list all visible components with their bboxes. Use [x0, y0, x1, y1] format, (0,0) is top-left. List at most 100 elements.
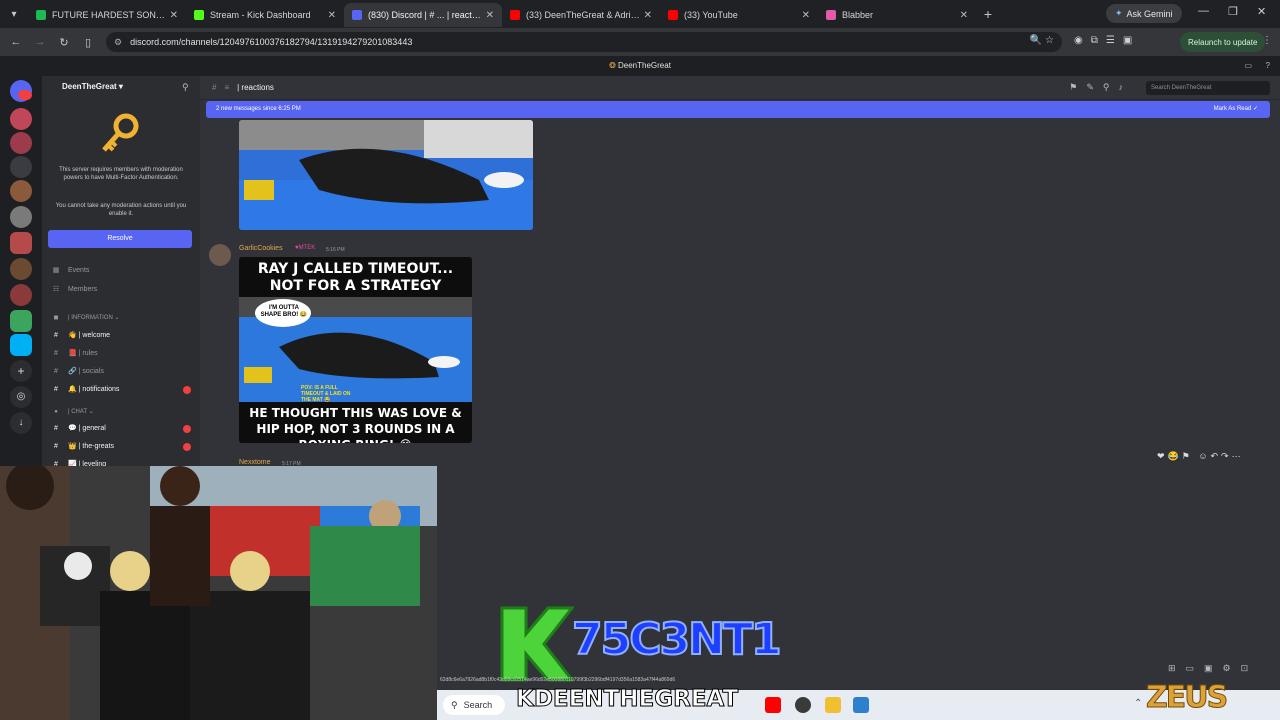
members-icon: ☷ — [52, 286, 60, 293]
hash-icon: # — [54, 349, 58, 357]
reload-icon[interactable]: ↻ — [52, 36, 76, 49]
channel-general[interactable]: # 💬 | general — [50, 424, 106, 433]
discover-icon[interactable]: ◎ — [10, 386, 32, 408]
category-chat[interactable]: ● | CHAT ⌄ — [50, 408, 94, 416]
mark-as-read-button[interactable]: Mark As Read ✓ — [1214, 101, 1258, 118]
info-icon: ◼ — [53, 315, 59, 321]
back-icon[interactable]: ← — [4, 36, 28, 48]
server-icon[interactable] — [10, 232, 32, 254]
discord-icon — [352, 10, 362, 20]
maximize-icon[interactable]: ❐ — [1228, 5, 1238, 18]
server-icon[interactable] — [10, 258, 32, 280]
category-information[interactable]: ◼ | INFORMATION ⌄ — [50, 314, 120, 322]
mention-badge — [183, 386, 191, 394]
server-icon[interactable] — [10, 180, 32, 202]
hash-icon: # — [54, 331, 58, 339]
taskbar-search[interactable]: ⚲ Search — [443, 695, 505, 715]
inbox-icon[interactable]: ▭ — [1244, 56, 1252, 76]
channel-notifications[interactable]: # 🔔 | notifications — [50, 385, 119, 394]
add-server-icon[interactable]: + — [10, 360, 32, 382]
close-icon[interactable]: ✕ — [644, 10, 652, 21]
youtube-icon — [668, 10, 678, 20]
avatar[interactable] — [209, 244, 231, 266]
header-action-icons[interactable]: ⚑✎⚲♪ — [1069, 82, 1132, 93]
address-bar[interactable]: ⚙ discord.com/channels/12049761003761827… — [106, 32, 1062, 52]
server-icon[interactable] — [10, 156, 32, 178]
hash-icon: # — [54, 385, 58, 393]
close-icon[interactable]: ✕ — [170, 10, 178, 21]
tab-spotify[interactable]: FUTURE HARDEST SONGS 🔵🔥✕ — [28, 3, 186, 27]
new-messages-bar[interactable]: 2 new messages since 6:25 PM Mark As Rea… — [206, 101, 1270, 118]
sidepanel-icon[interactable]: ▯ — [76, 36, 100, 49]
calendar-icon: ▦ — [52, 267, 60, 274]
minimize-icon[interactable]: — — [1198, 5, 1209, 17]
close-icon[interactable]: ✕ — [960, 10, 968, 21]
invite-icon[interactable]: ⚲ — [182, 82, 189, 93]
help-icon[interactable]: ? — [1266, 56, 1270, 76]
tab-kick[interactable]: Stream - Kick Dashboard ✕ — [186, 3, 344, 27]
menu-icon[interactable]: ⋮ — [1262, 35, 1272, 46]
search-input[interactable]: Search DeenTheGreat — [1146, 81, 1270, 95]
site-info-icon[interactable]: ⚙ — [114, 37, 122, 48]
server-icon[interactable] — [10, 108, 32, 130]
close-icon[interactable]: ✕ — [328, 10, 336, 21]
server-icon[interactable] — [10, 206, 32, 228]
extension-icons[interactable]: ◉⧉☰▣ — [1074, 35, 1140, 46]
message-image-boxing[interactable] — [239, 120, 533, 230]
mention-badge — [183, 425, 191, 433]
message-actions[interactable]: ❤😂⚑ ☺↶↷⋯ — [1157, 451, 1244, 462]
tab-youtube-video[interactable]: (33) DeenTheGreat & Adrien B...✕ — [502, 3, 660, 27]
tab-blabber[interactable]: Blabber ✕ — [818, 3, 976, 27]
app-icon[interactable] — [853, 697, 869, 713]
server-name-header[interactable]: DeenTheGreat ▾ — [62, 82, 123, 91]
meme-top-text: RAY J CALLED TIMEOUT... NOT FOR A STRATE… — [257, 261, 454, 294]
hash-icon: # — [212, 83, 217, 92]
youtube-icon[interactable] — [765, 697, 781, 713]
nav-members[interactable]: ☷ Members — [50, 285, 97, 294]
key-icon — [98, 112, 142, 161]
mention-badge — [183, 443, 191, 451]
channel-the-greats[interactable]: # 👑 | the-greats — [50, 442, 114, 451]
hash-icon: # — [54, 367, 58, 375]
new-tab-button[interactable]: + — [976, 6, 1000, 22]
channel-socials[interactable]: # 🔗 | socials — [50, 367, 104, 376]
meme-note-text: POV: IS A FULL TIMEOUT & LAID ON THE MAT… — [301, 385, 351, 403]
mfa-notice-2: You cannot take any moderation actions u… — [55, 203, 187, 217]
tab-youtube[interactable]: (33) YouTube ✕ — [660, 3, 818, 27]
tray-chevron-icon[interactable]: ⌃ — [1134, 698, 1142, 709]
forward-icon[interactable]: → — [28, 36, 52, 48]
overlay-code-text: 75C3NT1 — [571, 613, 783, 666]
message-author[interactable]: Nexxtome — [239, 459, 271, 466]
zoom-bookmark-icons[interactable]: 🔍 ☆ — [1030, 35, 1054, 46]
meme-image[interactable]: RAY J CALLED TIMEOUT... NOT FOR A STRATE… — [239, 257, 472, 443]
relaunch-button[interactable]: Relaunch to update — [1180, 32, 1266, 52]
bottom-toolbar-icons[interactable]: ⊞▭▣⚙⊡ — [1168, 663, 1258, 674]
channel-rules[interactable]: # 📕 | rules — [50, 349, 98, 358]
close-icon[interactable]: ✕ — [802, 10, 810, 21]
server-icon[interactable] — [10, 284, 32, 306]
browser-toolbar: ← → ↻ ▯ ⚙ discord.com/channels/120497610… — [0, 28, 1280, 56]
tab-search-icon[interactable]: ▾ — [0, 0, 28, 28]
screen: ▾ FUTURE HARDEST SONGS 🔵🔥✕ Stream - Kick… — [0, 0, 1280, 720]
server-icon-small: ❂ — [609, 61, 618, 70]
nav-events[interactable]: ▦ Events — [50, 266, 90, 275]
ask-gemini-button[interactable]: ✦ Ask Gemini — [1106, 4, 1182, 23]
channel-title: | reactions — [237, 83, 274, 92]
server-icon[interactable] — [10, 334, 32, 356]
home-badge — [18, 90, 32, 100]
close-icon[interactable]: ✕ — [486, 10, 494, 21]
kick-icon — [194, 10, 204, 20]
message-author[interactable]: GarlicCookies — [239, 245, 283, 252]
folder-icon[interactable] — [825, 697, 841, 713]
blabber-icon — [826, 10, 836, 20]
tab-discord[interactable]: (830) Discord | # ... | reactions ✕ — [344, 3, 502, 27]
download-icon[interactable]: ↓ — [10, 412, 32, 434]
server-icon[interactable] — [10, 310, 32, 332]
search-icon: ⚲ — [451, 699, 458, 710]
resolve-button[interactable]: Resolve — [48, 230, 192, 248]
role-tag: ♥MTEK — [295, 245, 316, 251]
server-icon[interactable] — [10, 132, 32, 154]
window-close-icon[interactable]: ✕ — [1257, 5, 1266, 18]
channel-welcome[interactable]: # 👋 | welcome — [50, 331, 110, 340]
chrome-icon[interactable] — [795, 697, 811, 713]
